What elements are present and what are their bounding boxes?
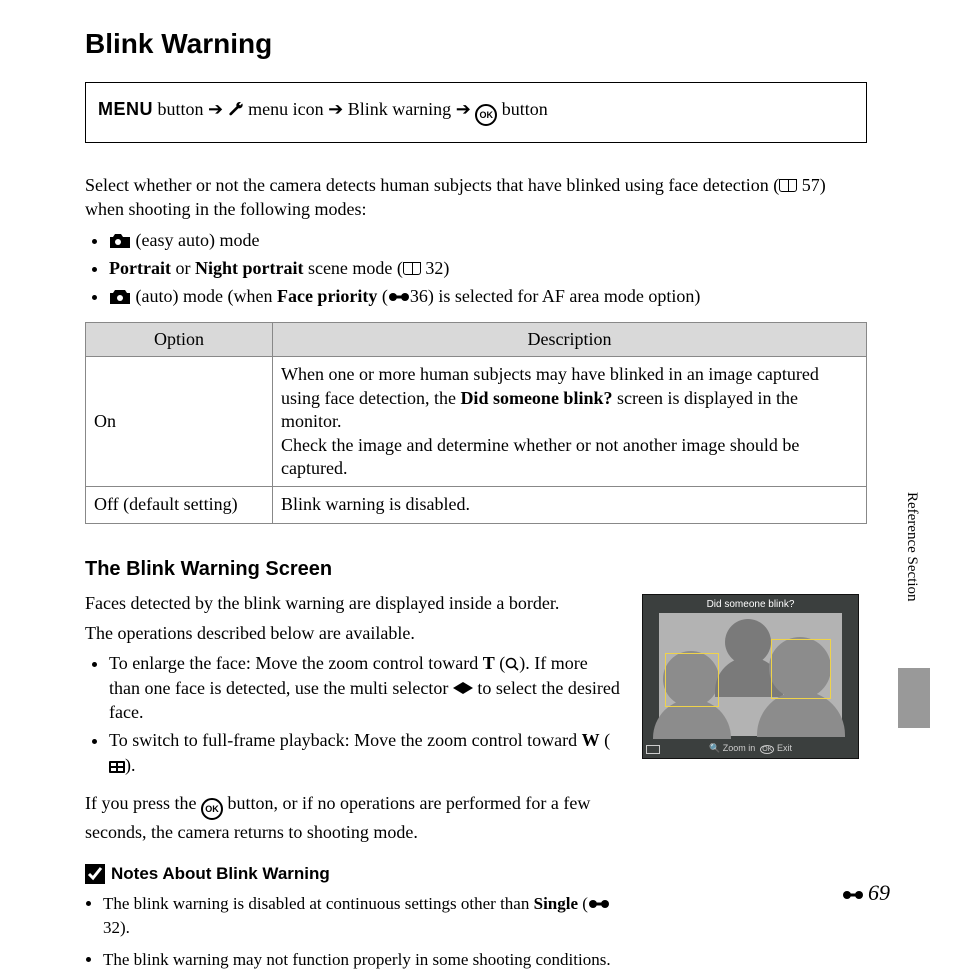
section-tab-label: Reference Section (903, 492, 920, 602)
table-cell: On (86, 357, 273, 487)
reference-link-icon (842, 880, 864, 906)
book-icon (779, 179, 797, 192)
table-row: On When one or more human subjects may h… (86, 357, 867, 487)
reference-link-icon (388, 286, 410, 306)
text: button (158, 99, 204, 119)
page-number: 69 (842, 880, 890, 906)
arrow-right-icon: ➔ (328, 99, 343, 119)
left-arrow-icon (453, 682, 463, 694)
options-table: Option Description On When one or more h… (85, 322, 867, 523)
ok-icon: OK (760, 745, 774, 754)
notes-heading: Notes About Blink Warning (85, 864, 622, 884)
table-cell: When one or more human subjects may have… (273, 357, 867, 487)
preview-title: Did someone blink? (643, 599, 858, 610)
breadcrumb: MENU button ➔ menu icon ➔ Blink warning … (85, 82, 867, 143)
text: Blink warning (348, 99, 452, 119)
magnifier-icon (505, 657, 519, 671)
notes-list: The blink warning is disabled at continu… (85, 892, 622, 971)
table-row: Off (default setting) Blink warning is d… (86, 487, 867, 523)
list-item: Portrait or Night portrait scene mode ( … (109, 256, 867, 280)
text: button (502, 99, 548, 119)
wrench-icon (228, 99, 244, 119)
camera-auto-icon (109, 286, 131, 306)
table-header: Description (273, 323, 867, 357)
camera-easy-icon (109, 230, 131, 250)
reference-link-icon (588, 894, 610, 913)
menu-button-label: MENU (98, 99, 153, 119)
camera-preview: Did someone blink? (642, 594, 859, 759)
list-item: The blink warning is disabled at continu… (103, 892, 622, 940)
list-item: (easy auto) mode (109, 228, 867, 252)
text: menu icon (248, 99, 323, 119)
section-tab (898, 668, 930, 728)
page-title: Blink Warning (85, 28, 867, 60)
text: If you press the OK button, or if no ope… (85, 791, 622, 844)
section-heading: The Blink Warning Screen (85, 558, 622, 581)
text: Faces detected by the blink warning are … (85, 591, 622, 615)
zoom-icon: 🔍 (709, 743, 720, 753)
list-item: (auto) mode (when Face priority (36) is … (109, 284, 867, 308)
list-item: To enlarge the face: Move the zoom contr… (109, 651, 622, 724)
preview-footer: 🔍 Zoom in OK Exit (643, 743, 858, 754)
ok-button-icon: OK (201, 798, 223, 820)
ok-button-icon: OK (475, 104, 497, 126)
intro-text: Select whether or not the camera detects… (85, 173, 867, 222)
table-cell: Blink warning is disabled. (273, 487, 867, 523)
text: The operations described below are avail… (85, 621, 622, 645)
thumbnail-icon (109, 755, 125, 775)
table-cell: Off (default setting) (86, 487, 273, 523)
list-item: The blink warning may not function prope… (103, 948, 622, 972)
operations-list: To enlarge the face: Move the zoom contr… (85, 651, 622, 776)
arrow-right-icon: ➔ (456, 99, 471, 119)
check-icon (85, 864, 105, 884)
table-header: Option (86, 323, 273, 357)
preview-display (659, 613, 842, 736)
arrow-right-icon: ➔ (208, 99, 223, 119)
list-item: To switch to full-frame playback: Move t… (109, 728, 622, 777)
book-icon (403, 262, 421, 275)
right-arrow-icon (463, 682, 473, 694)
mode-list: (easy auto) mode Portrait or Night portr… (85, 228, 867, 309)
